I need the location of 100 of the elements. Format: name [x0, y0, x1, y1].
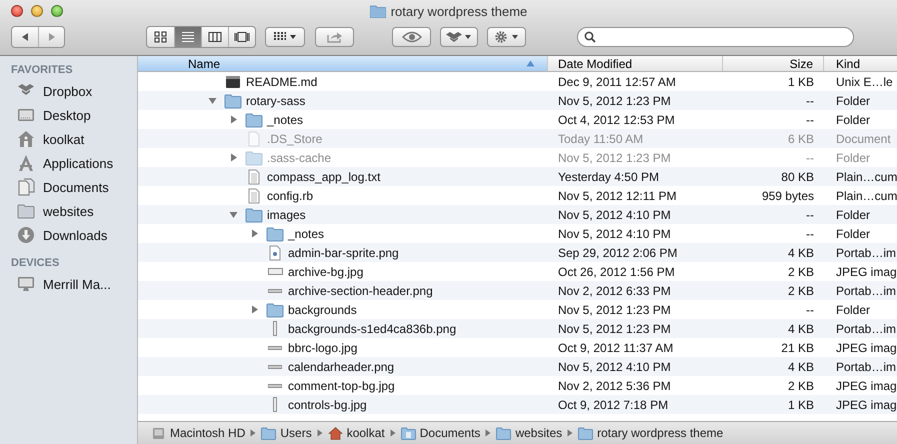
- file-kind: Portab…im: [836, 284, 896, 298]
- dropbox-menu-button[interactable]: [440, 27, 478, 47]
- path-item[interactable]: Users: [261, 426, 312, 440]
- date-modified: Oct 9, 2012 11:37 AM: [558, 340, 674, 354]
- folder-icon: [245, 206, 263, 222]
- file-kind: JPEG imag: [836, 340, 897, 354]
- folder-icon: [370, 5, 386, 18]
- documents-folder-icon: [400, 426, 416, 440]
- arrange-button[interactable]: [265, 27, 305, 47]
- file-kind: Folder: [836, 302, 870, 316]
- collapsed-triangle-icon[interactable]: [229, 115, 238, 124]
- file-size: 4 KB: [788, 322, 814, 336]
- sidebar-item[interactable]: koolkat: [0, 127, 137, 151]
- file-kind: JPEG imag: [836, 378, 897, 392]
- file-name[interactable]: admin-bar-sprite.png: [288, 246, 399, 260]
- sidebar-item[interactable]: Applications: [0, 151, 137, 175]
- file-name[interactable]: images: [267, 208, 306, 222]
- apps-icon: [17, 154, 35, 172]
- folder-icon: [224, 92, 242, 108]
- sidebar-item[interactable]: Downloads: [0, 223, 137, 247]
- sidebar-item[interactable]: Dropbox: [0, 79, 137, 103]
- file-kind: Folder: [836, 112, 870, 126]
- file-size: --: [806, 302, 814, 316]
- sort-arrow-icon: [526, 60, 535, 67]
- file-size: 80 KB: [781, 170, 814, 184]
- path-item[interactable]: Macintosh HD: [151, 426, 246, 440]
- file-name[interactable]: README.md: [246, 74, 318, 88]
- file-name[interactable]: backgrounds-s1ed4ca836b.png: [288, 322, 456, 336]
- zoom-button[interactable]: [51, 5, 63, 17]
- date-modified: Nov 5, 2012 1:23 PM: [558, 150, 671, 164]
- file-kind: Portab…im: [836, 246, 896, 260]
- file-name[interactable]: bbrc-logo.jpg: [288, 340, 358, 354]
- path-item[interactable]: Documents: [400, 426, 480, 440]
- desktop-icon: [17, 106, 35, 124]
- path-item[interactable]: websites: [496, 426, 562, 440]
- file-name[interactable]: backgrounds: [288, 302, 357, 316]
- minimize-button[interactable]: [31, 5, 43, 17]
- sidebar-item[interactable]: Desktop: [0, 103, 137, 127]
- path-item[interactable]: rotary wordpress theme: [578, 426, 724, 440]
- file-kind: Document: [836, 132, 891, 146]
- column-header[interactable]: Date Modified: [548, 56, 723, 71]
- sidebar-item[interactable]: Documents: [0, 175, 137, 199]
- downloads-icon: [17, 226, 35, 244]
- column-header[interactable]: Name: [138, 56, 548, 71]
- file-name[interactable]: _notes: [288, 226, 324, 240]
- separator-icon: [316, 429, 323, 437]
- right-triangle-icon: [46, 32, 56, 42]
- file-name[interactable]: compass_app_log.txt: [267, 170, 380, 184]
- search-field[interactable]: [577, 27, 854, 47]
- date-modified: Dec 9, 2011 12:57 AM: [558, 74, 676, 88]
- sidebar-heading: DEVICES: [10, 256, 60, 271]
- gear-icon: [494, 30, 520, 44]
- list-view-button[interactable]: [174, 27, 201, 47]
- file-size: 6 KB: [788, 132, 814, 146]
- home-icon: [17, 130, 35, 148]
- strip-image-icon: [268, 384, 282, 388]
- file-size: 959 bytes: [762, 188, 814, 202]
- sidebar-item[interactable]: Merrill Ma...: [0, 272, 137, 296]
- column-header[interactable]: Size: [723, 56, 824, 71]
- date-modified: Nov 5, 2012 12:11 PM: [558, 188, 677, 202]
- path-item[interactable]: koolkat: [328, 426, 385, 440]
- folder-icon: [245, 112, 263, 128]
- date-modified: Nov 2, 2012 6:33 PM: [558, 284, 671, 298]
- folder-icon: [17, 202, 35, 220]
- folder-icon: [261, 426, 276, 440]
- collapsed-triangle-icon[interactable]: [250, 305, 259, 314]
- column-header[interactable]: Kind: [824, 56, 897, 71]
- folder-icon: [266, 226, 284, 242]
- folder-icon: [266, 302, 284, 318]
- file-name[interactable]: _notes: [267, 112, 304, 126]
- file-name[interactable]: rotary-sass: [246, 94, 306, 108]
- list-icon: [181, 31, 195, 43]
- file-name[interactable]: config.rb: [267, 188, 314, 202]
- date-modified: Nov 5, 2012 1:23 PM: [558, 302, 671, 316]
- file-size: --: [806, 112, 814, 126]
- file-size: 2 KB: [788, 378, 814, 392]
- file-name[interactable]: calendarheader.png: [288, 360, 394, 374]
- arrange-icon: [273, 32, 297, 42]
- sidebar-item[interactable]: websites: [0, 199, 137, 223]
- expanded-triangle-icon[interactable]: [229, 210, 238, 219]
- file-name[interactable]: controls-bg.jpg: [288, 398, 367, 412]
- file-kind: Folder: [836, 150, 870, 164]
- share-button[interactable]: [315, 27, 354, 47]
- file-size: 4 KB: [788, 246, 814, 260]
- window-title: rotary wordpress theme: [390, 4, 528, 19]
- folder-icon: [245, 150, 263, 166]
- collapsed-triangle-icon[interactable]: [229, 153, 238, 162]
- date-modified: Nov 5, 2012 4:10 PM: [558, 360, 671, 374]
- separator-icon: [567, 429, 574, 437]
- file-name[interactable]: archive-bg.jpg: [288, 264, 364, 278]
- collapsed-triangle-icon[interactable]: [250, 229, 259, 238]
- action-menu-button[interactable]: [487, 27, 526, 47]
- close-button[interactable]: [11, 5, 23, 17]
- separator-icon: [390, 429, 396, 437]
- file-size: --: [806, 208, 814, 222]
- file-name[interactable]: archive-section-header.png: [288, 284, 433, 298]
- quick-look-button[interactable]: [392, 27, 431, 47]
- date-modified: Nov 5, 2012 1:23 PM: [558, 94, 671, 108]
- expanded-triangle-icon[interactable]: [208, 96, 217, 105]
- file-name[interactable]: comment-top-bg.jpg: [288, 378, 395, 392]
